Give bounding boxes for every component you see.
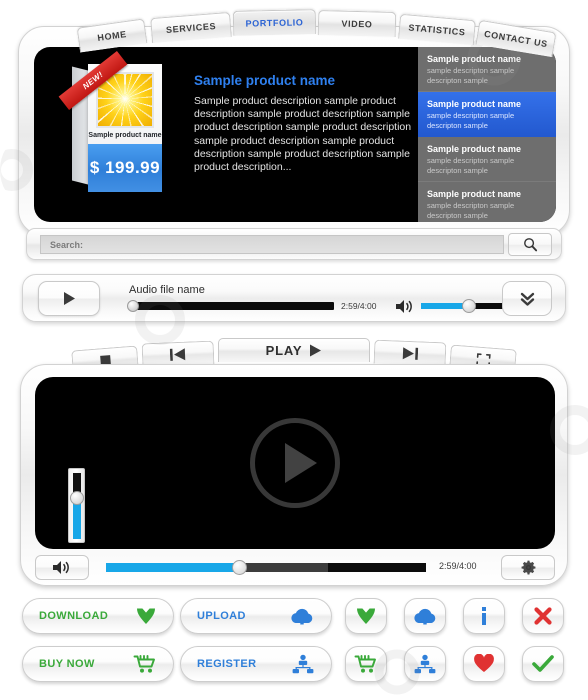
product-list-item-desc: sample descripton sample descripton samp…: [427, 66, 515, 85]
nav-tab-contact-us[interactable]: CONTACT US: [475, 19, 557, 58]
group-icon-button[interactable]: [404, 646, 446, 682]
buy-now-button[interactable]: BUY NOW: [22, 646, 174, 682]
video-screen[interactable]: [35, 377, 555, 549]
product-list-item[interactable]: Sample product name sample descripton sam…: [418, 92, 556, 137]
vertical-slider-track: [73, 473, 81, 539]
portfolio-panel: Sample product name $ 199.99 NEW! Sample…: [18, 26, 570, 236]
vertical-slider-knob[interactable]: [70, 491, 84, 505]
volume-icon: [53, 561, 69, 574]
close-icon-button[interactable]: [522, 598, 564, 634]
audio-volume-icon[interactable]: [395, 299, 415, 319]
audio-volume-fill: [421, 303, 468, 309]
register-button-label: REGISTER: [197, 658, 257, 670]
play-icon: [64, 292, 75, 305]
upload-cloud-icon: [291, 608, 313, 625]
info-icon: [482, 607, 486, 625]
main-navigation: HOME SERVICES PORTFOLIO VIDEO STATISTICS…: [18, 6, 570, 58]
video-player: 2:59/4:00: [20, 364, 568, 586]
nav-tab-statistics[interactable]: STATISTICS: [398, 13, 476, 46]
next-track-icon: [402, 347, 419, 360]
video-control-bar: 2:59/4:00: [35, 555, 555, 580]
product-list-item-desc: sample descripton sample descripton samp…: [427, 201, 515, 220]
search-icon: [523, 238, 537, 252]
audio-time-display: 2:59/4:00: [341, 301, 377, 311]
product-list-item-desc: sample descripton sample descripton samp…: [427, 156, 515, 175]
group-users-icon: [414, 654, 436, 674]
previous-track-icon: [169, 348, 186, 361]
product-title: Sample product name: [194, 73, 336, 88]
upload-button[interactable]: UPLOAD: [180, 598, 332, 634]
volume-icon: [396, 300, 412, 313]
video-settings-button[interactable]: [501, 555, 555, 580]
product-list-item-desc: sample descripton sample descripton samp…: [427, 111, 515, 130]
upload-icon-button[interactable]: [404, 598, 446, 634]
download-button[interactable]: DOWNLOAD: [22, 598, 174, 634]
video-vertical-volume-slider[interactable]: [68, 468, 85, 543]
audio-volume-slider[interactable]: [421, 299, 514, 313]
bottom-button-row: DOWNLOAD UPLOAD BUY NOW REGISTER: [0, 594, 588, 694]
check-icon: [532, 655, 554, 672]
download-button-label: DOWNLOAD: [39, 610, 109, 622]
video-play-button[interactable]: PLAY: [218, 338, 370, 362]
upload-cloud-icon: [414, 608, 436, 625]
product-list[interactable]: Sample product name sample descripton sam…: [418, 47, 556, 222]
shopping-cart-icon: [133, 655, 155, 673]
product-list-item-title: Sample product name: [427, 54, 522, 64]
heart-icon-button[interactable]: [463, 646, 505, 682]
product-list-item-title: Sample product name: [427, 189, 522, 199]
play-icon: [310, 344, 322, 357]
box-price: $ 199.99: [88, 144, 162, 192]
big-play-icon: [285, 443, 317, 483]
download-heart-icon: [137, 608, 155, 624]
video-next-button[interactable]: [373, 339, 447, 367]
video-progress-knob[interactable]: [232, 560, 247, 575]
buy-now-button-label: BUY NOW: [39, 658, 95, 670]
audio-player: Audio file name 2:59/4:00: [22, 274, 566, 322]
nav-tab-video[interactable]: VIDEO: [317, 9, 397, 38]
info-icon-button[interactable]: [463, 598, 505, 634]
search-bar: Search:: [26, 228, 562, 260]
audio-expand-button[interactable]: [502, 281, 552, 316]
nav-tab-services[interactable]: SERVICES: [150, 11, 232, 44]
portfolio-screen: Sample product name $ 199.99 NEW! Sample…: [34, 47, 556, 222]
double-chevron-down-icon: [520, 292, 534, 306]
product-box-image: Sample product name $ 199.99 NEW!: [58, 51, 164, 192]
product-text-block: Sample product name Sample product descr…: [194, 73, 416, 174]
audio-progress-knob[interactable]: [127, 300, 139, 312]
product-list-item[interactable]: Sample product name sample descripton sam…: [418, 137, 556, 182]
audio-progress-bar[interactable]: [127, 300, 334, 312]
video-play-label: PLAY: [265, 343, 303, 358]
video-overlay-play-button[interactable]: [250, 418, 340, 508]
nav-tab-portfolio[interactable]: PORTFOLIO: [232, 9, 317, 36]
product-description: Sample product description sample produc…: [194, 95, 412, 174]
search-input[interactable]: Search:: [40, 235, 504, 254]
gear-icon: [521, 560, 535, 575]
cart-icon-button[interactable]: [345, 646, 387, 682]
product-list-item-title: Sample product name: [427, 144, 522, 154]
shopping-cart-icon: [354, 655, 376, 673]
download-icon-button[interactable]: [345, 598, 387, 634]
heart-icon: [474, 654, 494, 672]
audio-play-button[interactable]: [38, 281, 100, 316]
check-icon-button[interactable]: [522, 646, 564, 682]
search-button[interactable]: [508, 233, 552, 256]
close-x-icon: [534, 607, 552, 625]
product-list-item-title: Sample product name: [427, 99, 522, 109]
product-list-item[interactable]: Sample product name sample descripton sam…: [418, 182, 556, 222]
video-mute-button[interactable]: [35, 555, 89, 580]
nav-tab-home[interactable]: HOME: [76, 18, 148, 53]
upload-button-label: UPLOAD: [197, 610, 246, 622]
video-progress-fill: [106, 563, 239, 572]
register-button[interactable]: REGISTER: [180, 646, 332, 682]
ui-kit-page: Sample product name $ 199.99 NEW! Sample…: [0, 0, 588, 700]
box-caption: Sample product name: [88, 132, 162, 139]
group-users-icon: [292, 654, 314, 674]
video-time-display: 2:59/4:00: [439, 561, 477, 571]
download-heart-icon: [357, 608, 375, 624]
vertical-slider-fill: [73, 499, 81, 539]
audio-volume-knob[interactable]: [462, 299, 476, 313]
audio-file-name: Audio file name: [129, 284, 205, 296]
video-progress-bar[interactable]: [106, 560, 426, 575]
